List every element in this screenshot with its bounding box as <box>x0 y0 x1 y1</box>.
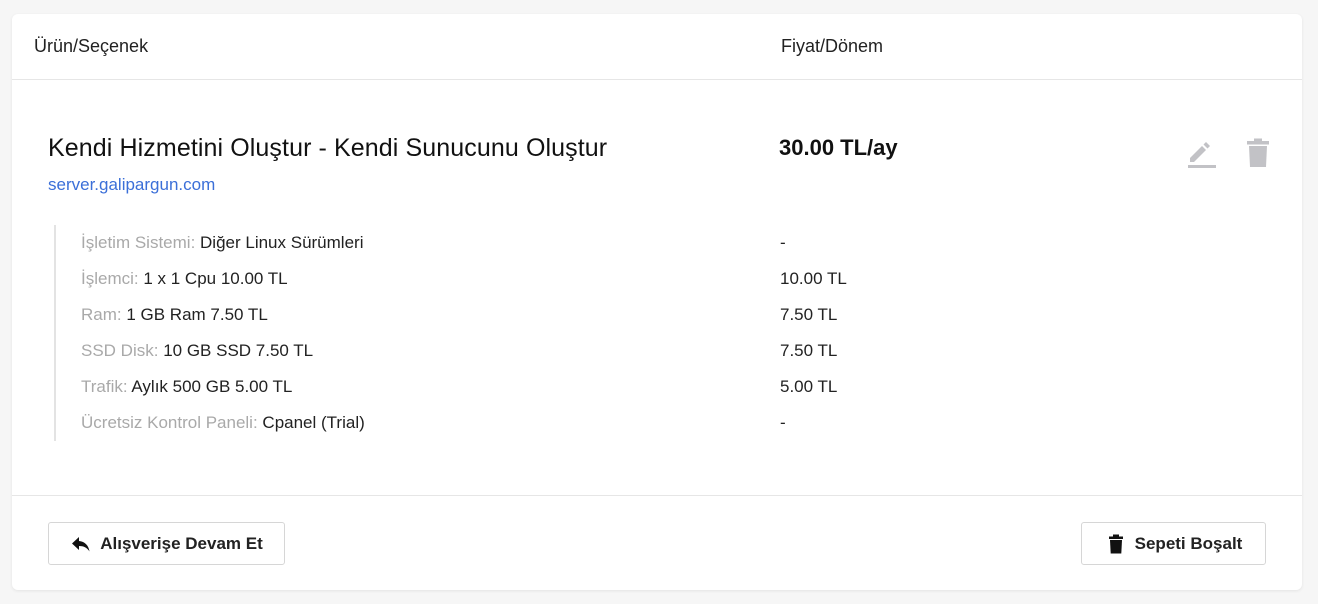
product-column-header: Ürün/Seçenek <box>34 36 149 56</box>
option-label: SSD Disk: <box>81 341 159 360</box>
trash-icon[interactable] <box>1242 136 1274 170</box>
option-row-ram: Ram: 1 GB Ram 7.50 TL 7.50 TL <box>81 297 1251 333</box>
empty-cart-label: Sepeti Boşalt <box>1134 533 1243 553</box>
trash-icon <box>1105 533 1127 555</box>
option-label: Ram: <box>81 305 122 324</box>
option-row-ssd: SSD Disk: 10 GB SSD 7.50 TL 7.50 TL <box>81 333 1251 369</box>
option-label: Ücretsiz Kontrol Paneli: <box>81 413 258 432</box>
option-label: İşlemci: <box>81 269 139 288</box>
product-options-list: İşletim Sistemi: Diğer Linux Sürümleri -… <box>54 225 1256 441</box>
product-domain-link[interactable]: server.galipargun.com <box>48 175 215 195</box>
option-price: - <box>780 413 786 432</box>
option-price: 7.50 TL <box>780 341 838 360</box>
option-price: - <box>780 233 786 252</box>
option-price: 10.00 TL <box>780 269 847 288</box>
option-value: 10 GB SSD 7.50 TL <box>158 341 314 360</box>
product-title: Kendi Hizmetini Oluştur - Kendi Sunucunu… <box>48 134 608 162</box>
option-price: 7.50 TL <box>780 305 838 324</box>
cart-table-header: Ürün/Seçenek Fiyat/Dönem <box>12 14 1302 80</box>
price-column-header: Fiyat/Dönem <box>781 36 884 56</box>
option-row-traffic: Trafik: Aylık 500 GB 5.00 TL 5.00 TL <box>81 369 1251 405</box>
continue-shopping-button[interactable]: Alışverişe Devam Et <box>48 522 285 565</box>
empty-cart-button[interactable]: Sepeti Boşalt <box>1081 522 1266 565</box>
edit-icon[interactable] <box>1186 136 1218 170</box>
option-value: Aylık 500 GB 5.00 TL <box>127 377 293 396</box>
reply-arrow-icon <box>70 533 92 555</box>
cart-card: Ürün/Seçenek Fiyat/Dönem Kendi Hizmetini… <box>12 14 1302 590</box>
option-label: İşletim Sistemi: <box>81 233 196 252</box>
option-row-cpu: İşlemci: 1 x 1 Cpu 10.00 TL 10.00 TL <box>81 261 1251 297</box>
product-price: 30.00 TL/ay <box>779 135 898 160</box>
cart-footer: Alışverişe Devam Et Sepeti Boşalt <box>12 495 1302 591</box>
option-value: 1 GB Ram 7.50 TL <box>121 305 268 324</box>
option-value: Cpanel (Trial) <box>257 413 365 432</box>
option-value: 1 x 1 Cpu 10.00 TL <box>138 269 288 288</box>
option-label: Trafik: <box>81 377 128 396</box>
continue-shopping-label: Alışverişe Devam Et <box>100 533 263 553</box>
option-price: 5.00 TL <box>780 377 838 396</box>
option-row-control-panel: Ücretsiz Kontrol Paneli: Cpanel (Trial) … <box>81 405 1251 441</box>
option-value: Diğer Linux Sürümleri <box>195 233 364 252</box>
option-row-os: İşletim Sistemi: Diğer Linux Sürümleri - <box>81 225 1251 261</box>
